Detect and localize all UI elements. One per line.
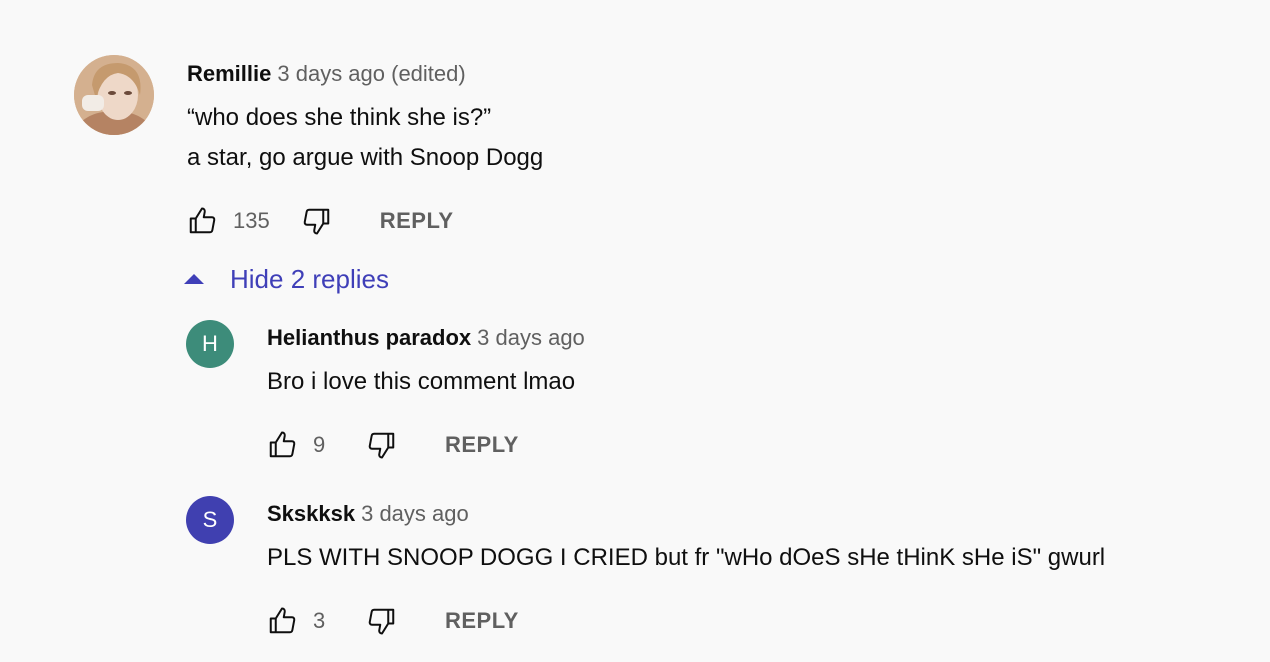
comment-line: “who does she think she is?” <box>187 104 492 131</box>
reply-actions: 3 REPLY <box>267 606 519 636</box>
reply-text: Bro i love this comment lmao <box>267 368 576 395</box>
reply-text: PLS WITH SNOOP DOGG I CRIED but fr "wHo … <box>267 544 1106 571</box>
avatar[interactable]: S <box>186 496 234 544</box>
reply-actions: 9 REPLY <box>267 430 519 460</box>
comment-actions: 135 REPLY <box>187 206 454 236</box>
avatar[interactable] <box>74 55 154 135</box>
like-count: 3 <box>313 608 326 633</box>
author-name[interactable]: Skskksk <box>267 501 355 526</box>
reply-button[interactable]: REPLY <box>445 608 519 634</box>
avatar[interactable]: H <box>186 320 234 368</box>
timestamp[interactable]: 3 days ago (edited) <box>277 61 465 86</box>
comment-text: “who does she think she is?” a star, go … <box>187 98 543 178</box>
reply-button[interactable]: REPLY <box>380 208 454 234</box>
reply-header: Helianthus paradox 3 days ago <box>267 324 585 352</box>
like-count: 135 <box>233 208 270 233</box>
author-name[interactable]: Remillie <box>187 61 271 86</box>
thumbs-up-icon[interactable] <box>267 606 297 636</box>
author-name[interactable]: Helianthus paradox <box>267 325 471 350</box>
thumbs-down-icon[interactable] <box>367 430 397 460</box>
toggle-label: Hide 2 replies <box>230 263 389 294</box>
caret-up-icon <box>184 274 204 284</box>
comment-line: a star, go argue with Snoop Dogg <box>187 144 544 171</box>
like-count: 9 <box>313 432 326 457</box>
timestamp[interactable]: 3 days ago <box>361 501 469 526</box>
thumbs-up-icon[interactable] <box>187 206 217 236</box>
timestamp[interactable]: 3 days ago <box>477 325 585 350</box>
reply-header: Skskksk 3 days ago <box>267 500 469 528</box>
thumbs-down-icon[interactable] <box>367 606 397 636</box>
thumbs-down-icon[interactable] <box>302 206 332 236</box>
hide-replies-toggle[interactable]: Hide 2 replies <box>184 262 389 296</box>
thumbs-up-icon[interactable] <box>267 430 297 460</box>
reply-button[interactable]: REPLY <box>445 432 519 458</box>
comment-header: Remillie 3 days ago (edited) <box>187 60 466 88</box>
user-photo-icon <box>74 55 154 135</box>
